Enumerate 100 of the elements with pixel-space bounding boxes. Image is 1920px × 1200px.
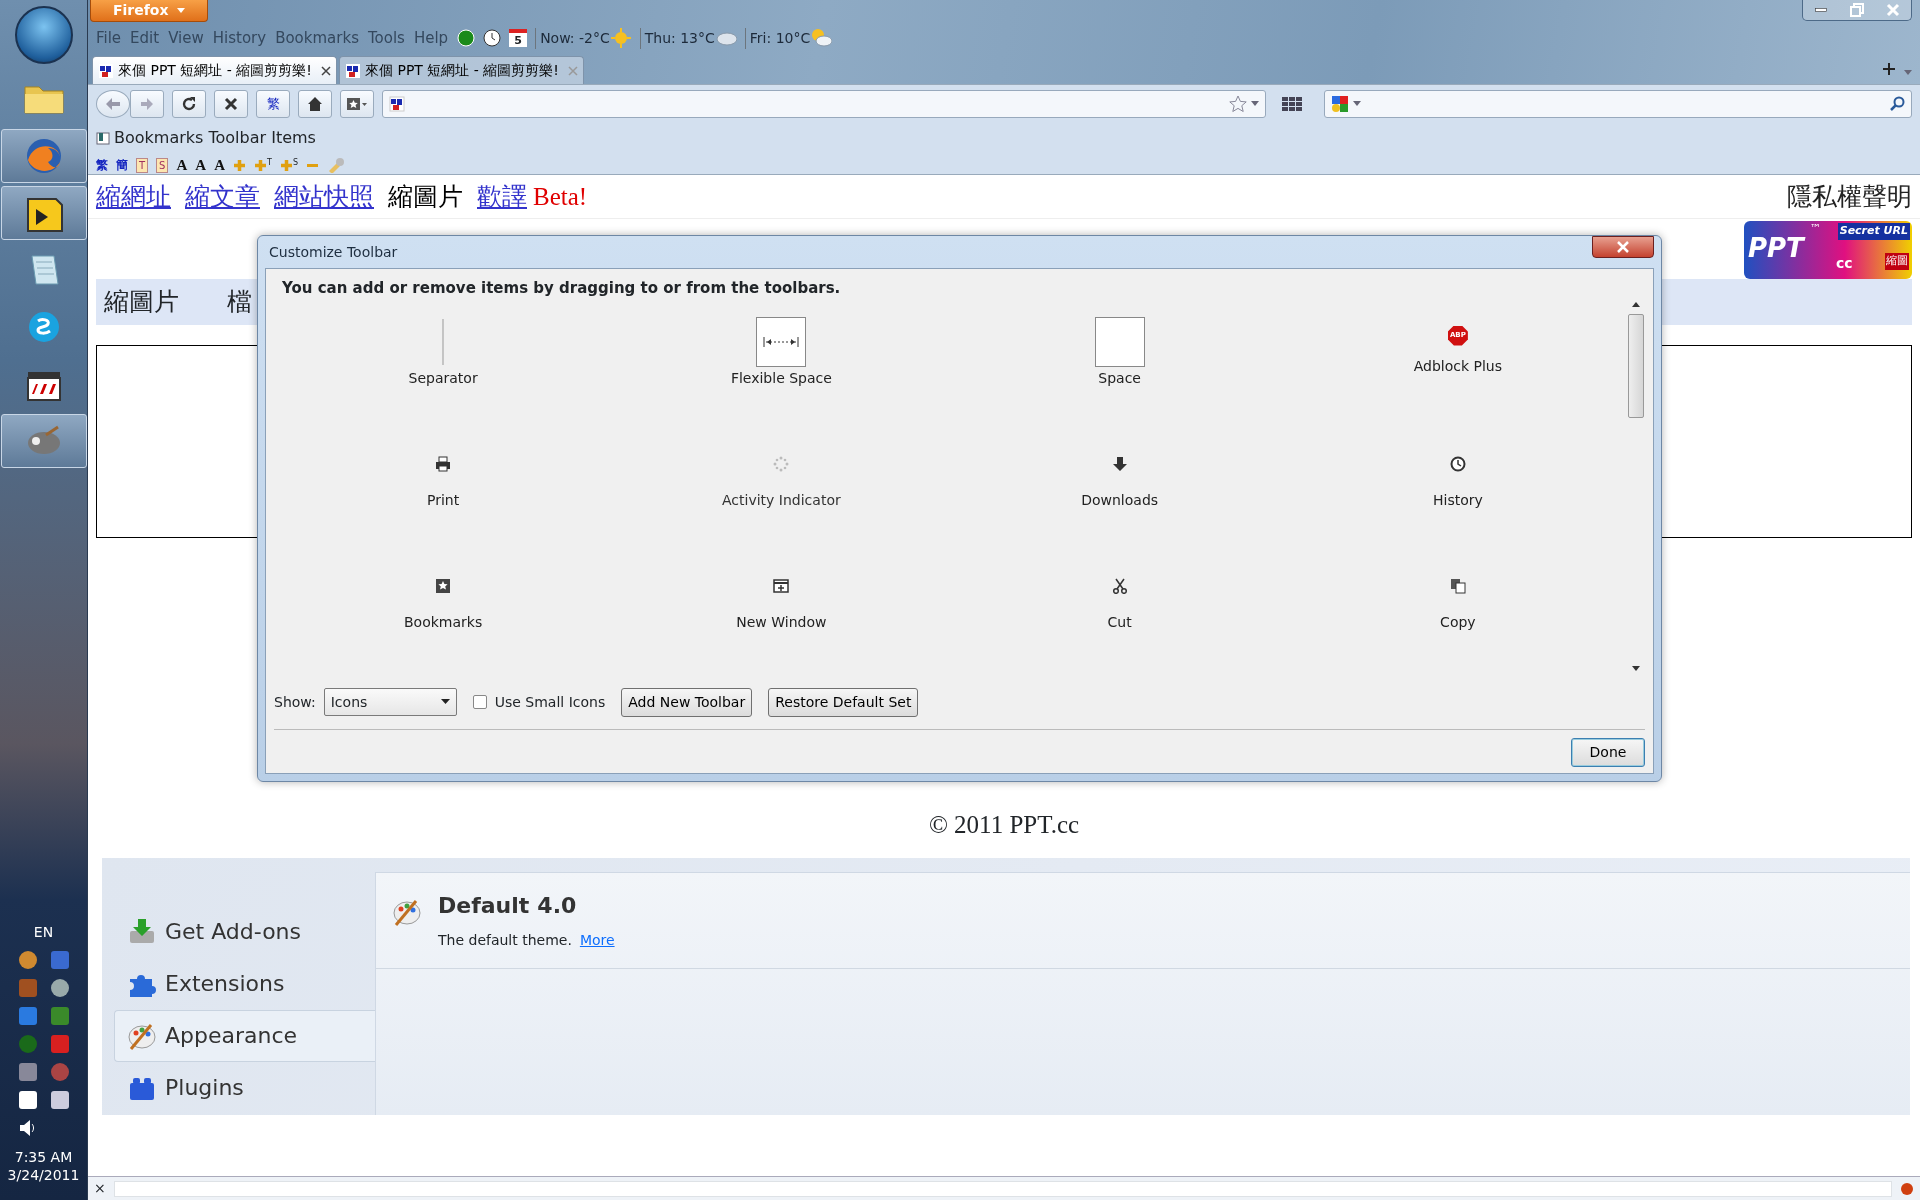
- sidebar-item[interactable]: Extensions: [114, 957, 375, 1010]
- dropdown-caret-icon[interactable]: [1251, 100, 1259, 107]
- reload-button[interactable]: [172, 89, 206, 118]
- nav-link[interactable]: 縮文章: [185, 177, 260, 216]
- toolbar-item-label[interactable]: History: [1432, 489, 1483, 511]
- browser-tab[interactable]: 來個 PPT 短網址 - 縮圖剪剪樂!: [92, 56, 337, 84]
- logo-wordmark: PPT: [1748, 235, 1804, 261]
- toolbar-item-label[interactable]: Bookmarks: [404, 611, 483, 633]
- bookmarks-folder-label[interactable]: Bookmarks Toolbar Items: [114, 126, 316, 150]
- close-button[interactable]: [1592, 236, 1654, 258]
- new-tab-icon[interactable]: [1882, 62, 1896, 76]
- bookmark-button[interactable]: 繁: [96, 156, 108, 175]
- bookmark-button[interactable]: A: [195, 154, 207, 177]
- browser-tab[interactable]: 來個 PPT 短網址 - 縮圖剪剪樂!: [339, 56, 584, 84]
- home-button[interactable]: [298, 89, 332, 118]
- scroll-down-icon[interactable]: [1632, 665, 1640, 672]
- status-badge-icon[interactable]: [1900, 1181, 1914, 1196]
- scrollbar[interactable]: [1627, 301, 1645, 672]
- site-icon: [389, 95, 405, 112]
- weather-reading[interactable]: Thu: 13°C: [639, 27, 715, 49]
- sidebar-item[interactable]: Plugins: [114, 1061, 375, 1114]
- toolbar-item-label[interactable]: Adblock Plus: [1413, 355, 1503, 377]
- scroll-thumb[interactable]: [1628, 313, 1644, 418]
- search-icon[interactable]: [1889, 95, 1905, 112]
- logo[interactable]: PPT ™ Secret URL cc 縮圖: [1744, 221, 1912, 279]
- nav-link[interactable]: 網站快照: [274, 177, 374, 216]
- nav-link[interactable]: 縮網址: [96, 177, 171, 216]
- start-button[interactable]: [14, 6, 73, 64]
- star-icon[interactable]: [1229, 94, 1247, 113]
- find-field[interactable]: [113, 1180, 1892, 1197]
- dropdown-caret-icon[interactable]: [1353, 100, 1361, 107]
- tray-app-icon[interactable]: [17, 1089, 38, 1110]
- nav-link[interactable]: 歡譯: [477, 177, 527, 216]
- search-field[interactable]: [1324, 89, 1912, 118]
- done-button[interactable]: Done: [1571, 737, 1645, 767]
- clock-icon[interactable]: [483, 29, 502, 47]
- beta-label: Beta!: [533, 181, 588, 212]
- more-link[interactable]: More: [579, 929, 615, 951]
- dropdown-caret-icon[interactable]: [1904, 70, 1912, 76]
- grid-icon[interactable]: [1282, 96, 1302, 111]
- logo-tagline: Secret URL: [1837, 223, 1910, 240]
- weather-reading[interactable]: Fri: 10°C: [744, 27, 811, 49]
- character-button[interactable]: 繁: [256, 89, 290, 118]
- bookmark-button[interactable]: S: [279, 158, 298, 172]
- small-icons-checkbox[interactable]: Use Small Icons: [472, 691, 606, 713]
- flexible-space-icon[interactable]: [756, 316, 807, 367]
- printer-icon[interactable]: [435, 455, 452, 472]
- copy-icon[interactable]: [1449, 577, 1466, 594]
- sidebar-item[interactable]: Appearance: [114, 1009, 375, 1062]
- sun-cloud-icon[interactable]: [810, 27, 833, 49]
- taskbar-app-button[interactable]: [0, 186, 87, 240]
- tab-close-icon[interactable]: [321, 65, 331, 76]
- language-indicator[interactable]: EN: [33, 923, 54, 942]
- toolbar-item-label[interactable]: Print: [427, 489, 460, 511]
- plus-icon: [233, 158, 246, 172]
- bookmark-button[interactable]: T: [136, 157, 149, 173]
- status-light-icon[interactable]: [457, 29, 476, 47]
- logo-subtitle: 縮圖: [1885, 253, 1909, 270]
- clock-date[interactable]: 3/24/2011: [7, 1165, 80, 1184]
- tray-app-icon[interactable]: [49, 977, 70, 998]
- download-arrow-icon[interactable]: [1111, 455, 1128, 472]
- toolbar-item-label[interactable]: Downloads: [1081, 489, 1159, 511]
- weather-reading[interactable]: Now: -2°C: [535, 27, 610, 49]
- stop-button[interactable]: [214, 89, 248, 118]
- privacy-link[interactable]: 隱私權聲明: [1787, 177, 1912, 216]
- search-engine-icon[interactable]: [1331, 94, 1349, 113]
- clock-icon[interactable]: [1449, 455, 1466, 472]
- toolbar-item-label[interactable]: Cut: [1107, 611, 1132, 633]
- scissors-icon[interactable]: [1111, 577, 1128, 594]
- nav-current: 縮圖片: [388, 181, 463, 212]
- show-dropdown[interactable]: Icons: [323, 688, 457, 716]
- clock-time[interactable]: 7:35 AM: [14, 1147, 73, 1166]
- bookmark-button[interactable]: 簡: [116, 156, 128, 175]
- tray-app-icon[interactable]: [49, 1089, 70, 1110]
- bookmark-button[interactable]: A: [176, 154, 188, 177]
- bookmark-button[interactable]: T: [254, 158, 272, 172]
- calendar-icon[interactable]: 5: [509, 29, 528, 47]
- address-bar[interactable]: [382, 89, 1266, 118]
- toolbar-item-label[interactable]: Separator: [408, 367, 478, 389]
- toolbar-item-label[interactable]: Activity Indicator: [722, 489, 841, 511]
- close-icon: [1886, 3, 1900, 17]
- bookmark-button[interactable]: S: [156, 157, 169, 173]
- bookmark-button[interactable]: A: [214, 154, 225, 177]
- bookmarks-button[interactable]: [340, 89, 374, 118]
- toolbar-item-label[interactable]: Space: [1098, 367, 1141, 389]
- back-button[interactable]: [96, 89, 130, 118]
- new-window-icon[interactable]: [773, 577, 790, 594]
- scroll-up-icon[interactable]: [1632, 301, 1640, 308]
- space-icon[interactable]: [1094, 316, 1145, 367]
- star-box-icon[interactable]: [435, 577, 452, 594]
- toolbar-item-label[interactable]: New Window: [736, 611, 827, 633]
- minimize-button[interactable]: [1803, 0, 1839, 20]
- dialog-button[interactable]: Add New Toolbar: [621, 687, 753, 717]
- forward-button[interactable]: [130, 89, 164, 118]
- toolbar-item-label[interactable]: Flexible Space: [730, 367, 832, 389]
- site-icon: [98, 62, 114, 79]
- close-findbar-button[interactable]: ×: [94, 1178, 106, 1199]
- toolbar-item-label[interactable]: Copy: [1440, 611, 1476, 633]
- sidebar-item[interactable]: Get Add-ons: [114, 905, 375, 958]
- dialog-button[interactable]: Restore Default Set: [768, 687, 919, 717]
